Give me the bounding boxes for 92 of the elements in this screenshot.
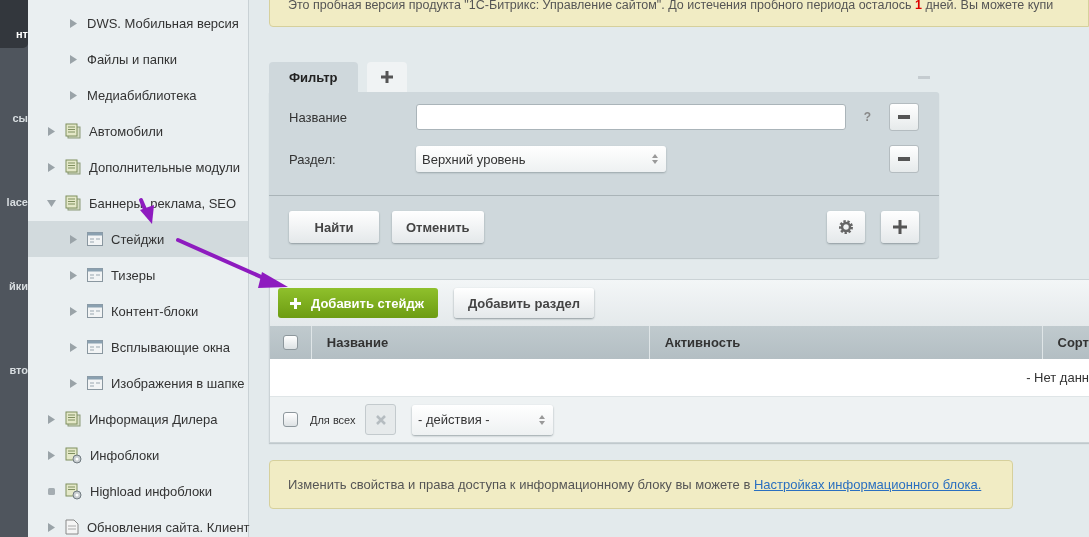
tree-item[interactable]: Всплывающие окна [28,329,248,365]
add-field-button[interactable] [881,211,919,243]
delete-button[interactable] [365,404,396,435]
nav-item[interactable]: нт [0,0,28,48]
tree-item-label: Highload инфоблоки [90,483,213,499]
nav-item[interactable]: lace [0,132,28,216]
settings-icon [838,219,854,235]
nav-item[interactable]: йки [0,216,28,300]
tree-item-label: DWS. Мобильная версия [87,15,239,31]
tree-item-label: Медиабиблиотека [87,87,197,103]
expand-arrow-icon[interactable] [70,54,77,64]
filter-button[interactable]: Найти [289,211,379,243]
tree-item[interactable]: Автомобили [28,113,248,149]
column-header[interactable]: Сорт [1041,326,1089,359]
trial-notice: Это пробная версия продукта "1С-Битрикс: Управление сайтом". До истечения пробного периода осталось 1 дней. Вы можете купи [269,0,1089,27]
tree-item[interactable]: Тизеры [28,257,248,293]
sort-arrows-icon [539,414,545,425]
tree-item-label: Дополнительные модули [89,159,241,175]
tree-item-label: Обновления сайта. Клиент [87,519,250,535]
nav-item[interactable]: сы [0,48,28,132]
filter-button[interactable]: Отменить [392,211,484,243]
window-icon [87,268,103,282]
empty-message: - Нет данн [1026,370,1089,385]
remove-field-button[interactable] [889,103,919,131]
document-stack-icon [65,195,81,211]
close-icon [375,414,386,425]
tree-item[interactable]: Медиабиблиотека [28,77,248,113]
tree-item-label: Всплывающие окна [111,339,230,355]
expand-arrow-icon[interactable] [70,18,77,28]
tree-item-label: Файлы и папки [87,51,178,67]
document-stack-icon [65,411,81,427]
add-section-button[interactable]: Добавить раздел [453,288,594,318]
expand-arrow-icon[interactable] [70,234,77,244]
add-tab-button[interactable] [366,62,407,92]
tree-item-label: Изображения в шапке [111,375,245,391]
field-label: Название [289,109,349,125]
tree-item[interactable]: Дополнительные модули [28,149,248,185]
expand-arrow-icon[interactable] [48,522,55,532]
for-all-checkbox[interactable] [283,412,298,427]
minus-icon [898,157,910,161]
tree-item[interactable]: Инфоблоки [28,437,248,473]
window-icon [87,376,103,390]
tree-item-label: Контент-блоки [111,303,199,319]
document-gear-icon [65,482,82,500]
document-stack-icon [65,159,81,175]
tree-item[interactable]: Стейджи [28,221,248,257]
name-input-field[interactable] [416,104,846,130]
tree-item[interactable]: Изображения в шапке [28,365,248,401]
plus-icon [893,220,907,234]
plus-icon [380,71,393,83]
minus-icon [898,115,910,119]
expand-arrow-icon[interactable] [70,342,77,352]
tree-item[interactable]: Информация Дилера [28,401,248,437]
expand-arrow-icon[interactable] [70,270,77,280]
settings-button[interactable] [827,211,865,243]
for-all-label: Для всех [310,413,357,426]
column-header[interactable]: Название [310,326,649,359]
tree-item[interactable]: Highload инфоблоки [28,473,248,509]
info-text: Изменить свойства и права доступа к информационному блоку вы можете в Настройках информационного блока. [288,477,982,492]
expand-arrow-icon[interactable] [70,90,77,100]
tree-item[interactable]: Файлы и папки [28,41,248,77]
actions-select[interactable]: - действия - [412,404,553,435]
collapse-arrow-icon[interactable] [47,199,56,207]
tree-item[interactable]: Контент-блоки [28,293,248,329]
settings-link[interactable]: Настройках информационного блока. [753,477,982,492]
tree-item-label: Инфоблоки [90,447,160,463]
window-icon [87,340,103,354]
document-stack-icon [65,123,81,139]
remove-field-button[interactable] [889,145,919,173]
expand-arrow-icon[interactable] [48,126,55,136]
tree-item-label: Тизеры [111,267,156,283]
section-select[interactable]: Верхний уровень [416,146,666,172]
filter-tab[interactable]: Фильтр [269,62,358,92]
expand-arrow-icon[interactable] [70,306,77,316]
expand-arrow-icon[interactable] [70,378,77,388]
column-header[interactable]: Активность [648,326,1042,359]
tree-item-label: Автомобили [89,123,164,139]
expand-arrow-icon[interactable] [48,450,55,460]
tree-item[interactable]: Обновления сайта. Клиент [28,509,248,537]
tree-item-label: Стейджи [111,231,165,247]
sort-arrows-icon [652,154,658,164]
nav-item[interactable]: вто [0,300,28,384]
tree-item-label: Информация Дилера [89,411,218,427]
window-icon [87,232,103,246]
expand-arrow-icon[interactable] [48,162,55,172]
document-gear-icon [65,446,82,464]
plus-icon [290,297,301,309]
tree-item[interactable]: DWS. Мобильная версия [28,5,248,41]
expand-arrow-icon[interactable] [48,414,55,424]
window-icon [87,304,103,318]
field-label: Раздел: [289,151,337,167]
select-all-checkbox[interactable] [282,335,298,350]
